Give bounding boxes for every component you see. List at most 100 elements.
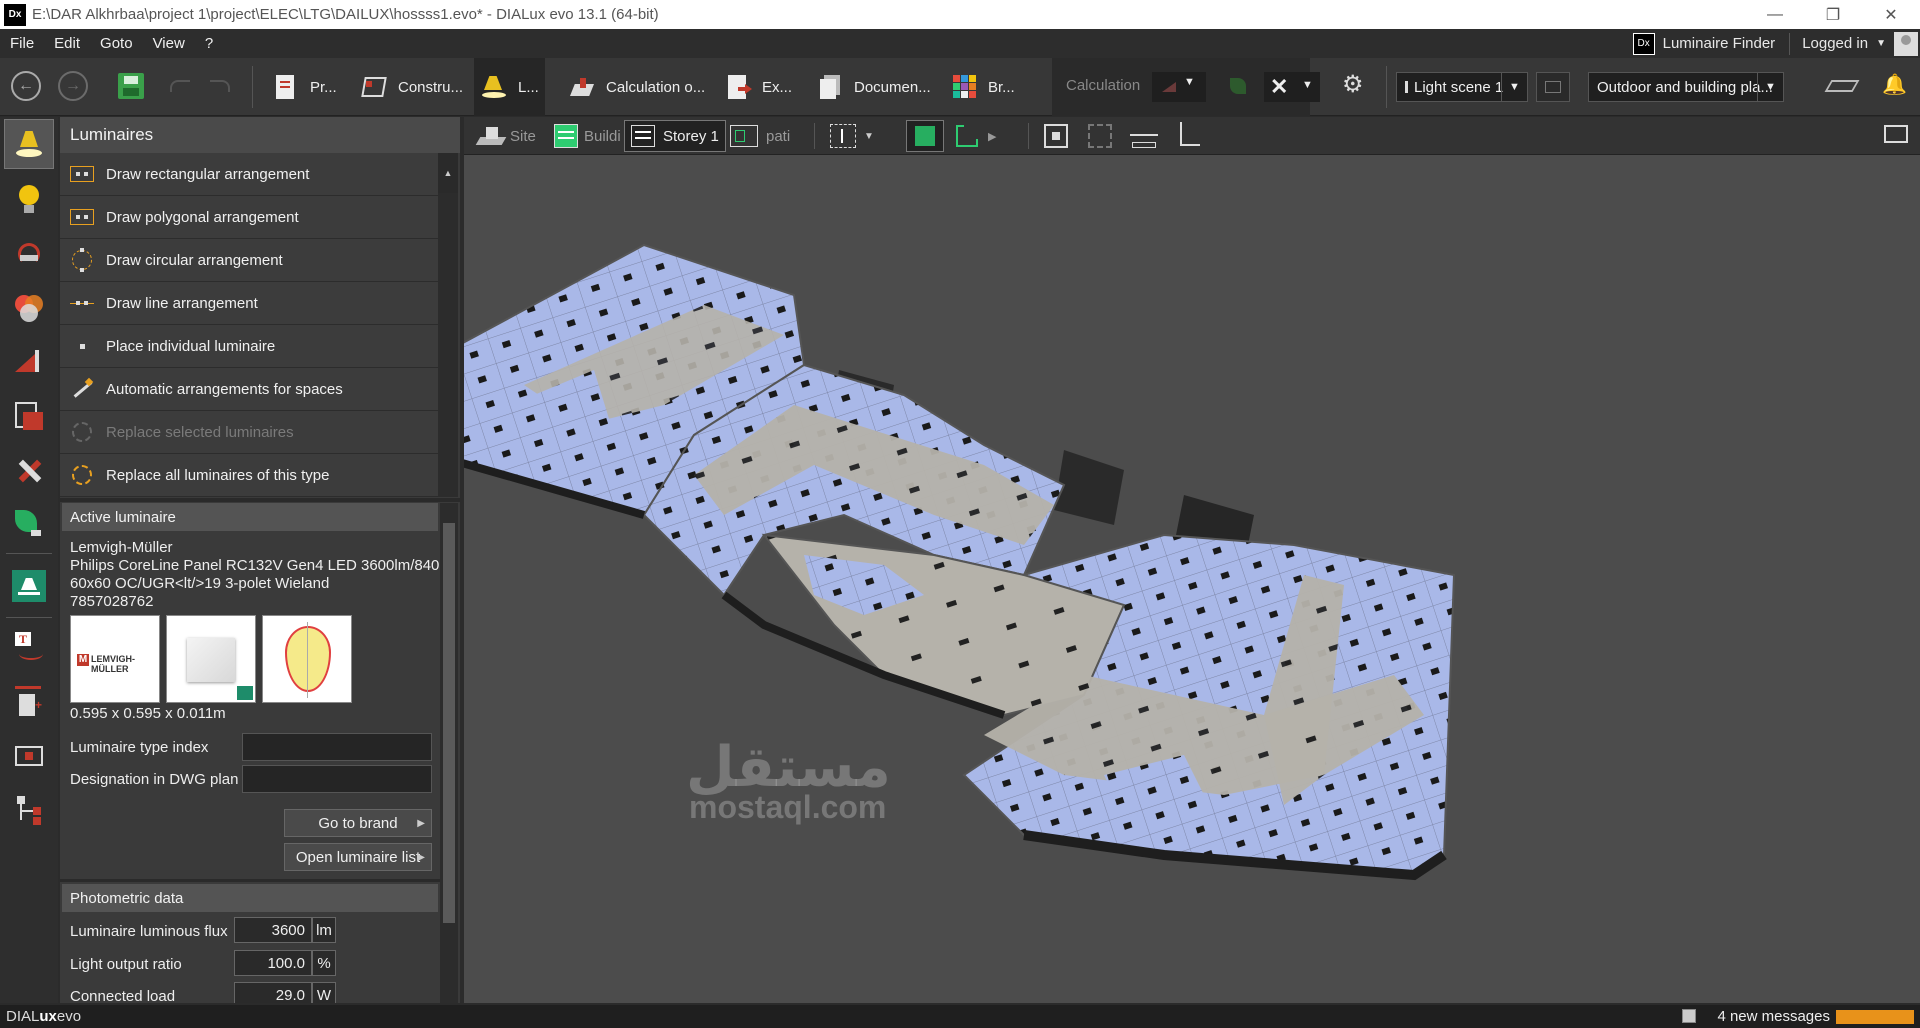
floor-plan-icon[interactable] bbox=[1824, 80, 1860, 92]
brand-part-b: ux bbox=[39, 1008, 57, 1025]
scrollbar-thumb[interactable] bbox=[443, 523, 455, 923]
floor-plan-3d-render[interactable] bbox=[464, 155, 1920, 1003]
messages-indicator[interactable] bbox=[1836, 1010, 1914, 1024]
commands-scrollbar[interactable]: ▲ bbox=[438, 153, 458, 497]
tab-construction[interactable]: Constru... bbox=[354, 58, 469, 116]
cut-mode-button[interactable] bbox=[4, 391, 54, 441]
scene-view-button[interactable] bbox=[1536, 72, 1570, 102]
view-site-button[interactable]: Site bbox=[472, 120, 542, 152]
product-photo-thumbnail[interactable] bbox=[166, 615, 256, 703]
undo-icon[interactable] bbox=[170, 80, 190, 92]
strip-separator bbox=[6, 553, 52, 554]
3d-viewport[interactable]: مستقل mostaql.com bbox=[464, 155, 1920, 1003]
minimize-button[interactable]: — bbox=[1746, 0, 1804, 29]
l-shape-icon bbox=[956, 125, 978, 147]
dialux-brand: DIALuxevo bbox=[6, 1008, 81, 1025]
menu-file[interactable]: File bbox=[0, 35, 44, 52]
draw-polygonal-arrangement[interactable]: Draw polygonal arrangement bbox=[60, 196, 438, 239]
calculation-start-button[interactable]: ▼ bbox=[1152, 72, 1206, 102]
close-button[interactable]: ✕ bbox=[1862, 0, 1920, 29]
gear-icon[interactable]: ⚙ bbox=[1342, 70, 1364, 99]
hierarchy-button[interactable] bbox=[4, 785, 54, 835]
tab-calculation[interactable]: Calculation o... bbox=[562, 58, 711, 116]
outdoor-building-select[interactable]: Outdoor and building pla... ▼ bbox=[1588, 72, 1784, 102]
connected-load-unit: W bbox=[312, 982, 336, 1003]
menu-view[interactable]: View bbox=[143, 35, 195, 52]
open-luminaire-list-button[interactable]: Open luminaire list ▶ bbox=[284, 843, 432, 871]
automatic-arrangements[interactable]: Automatic arrangements for spaces bbox=[60, 368, 438, 411]
properties-scrollbar[interactable] bbox=[440, 503, 458, 1003]
tab-brand[interactable]: Br... bbox=[944, 58, 1021, 116]
text-annotation-button[interactable]: T bbox=[4, 623, 54, 673]
luminaire-finder-link[interactable]: Luminaire Finder bbox=[1663, 35, 1776, 52]
lamp-mode-button[interactable] bbox=[4, 175, 54, 225]
cancel-calculation-button[interactable]: ✕ ▼ bbox=[1264, 72, 1320, 102]
forward-arrow-icon[interactable]: → bbox=[58, 71, 88, 101]
selection-mode-button[interactable]: ▼ bbox=[824, 120, 880, 152]
luminaire-finder-icon[interactable]: Dx bbox=[1632, 32, 1655, 55]
chevron-down-icon[interactable]: ▼ bbox=[864, 131, 874, 142]
restore-button[interactable]: ❐ bbox=[1804, 0, 1862, 29]
menu-goto[interactable]: Goto bbox=[90, 35, 143, 52]
aim-mode-button[interactable] bbox=[4, 229, 54, 279]
draw-circular-arrangement[interactable]: Draw circular arrangement bbox=[60, 239, 438, 282]
place-individual-luminaire[interactable]: Place individual luminaire bbox=[60, 325, 438, 368]
view-path-button[interactable]: pati bbox=[724, 120, 796, 152]
light-scene-select[interactable]: Light scene 1 ▼ bbox=[1396, 72, 1528, 102]
section-divider bbox=[60, 879, 440, 882]
color-mode-button[interactable] bbox=[4, 283, 54, 333]
energy-mode-button[interactable] bbox=[4, 499, 54, 549]
back-arrow-icon[interactable]: ← bbox=[11, 71, 41, 101]
redo-icon[interactable] bbox=[210, 80, 230, 92]
measure-distance-button[interactable] bbox=[1124, 120, 1164, 152]
light-bulb-icon bbox=[17, 185, 41, 215]
logged-in-menu[interactable]: Logged in bbox=[1802, 35, 1868, 52]
zoom-extents-button[interactable] bbox=[1038, 120, 1074, 152]
tab-documentation[interactable]: Documen... bbox=[810, 58, 937, 116]
leaf-icon[interactable] bbox=[1230, 78, 1246, 94]
replace-selected-luminaires[interactable]: Replace selected luminaires bbox=[60, 411, 438, 454]
draw-rectangular-arrangement[interactable]: Draw rectangular arrangement bbox=[60, 153, 438, 196]
tab-light[interactable]: L... bbox=[474, 58, 545, 116]
light-distribution-thumbnail[interactable] bbox=[262, 615, 352, 703]
menu-edit[interactable]: Edit bbox=[44, 35, 90, 52]
floor-view-button[interactable]: ▶ bbox=[950, 120, 1002, 152]
avatar[interactable] bbox=[1894, 31, 1918, 56]
tab-export[interactable]: Ex... bbox=[718, 58, 798, 116]
brand-logo-thumbnail[interactable]: M LEMVIGH-MÜLLER bbox=[70, 615, 160, 703]
draw-line-arrangement[interactable]: Draw line arrangement bbox=[60, 282, 438, 325]
tab-project[interactable]: Pr... bbox=[266, 58, 343, 116]
emergency-mode-button[interactable] bbox=[4, 561, 54, 611]
measure-area-button[interactable] bbox=[4, 731, 54, 781]
daylight-mode-button[interactable] bbox=[4, 337, 54, 387]
tools-mode-button[interactable] bbox=[4, 445, 54, 495]
chevron-down-icon[interactable]: ▼ bbox=[1184, 76, 1195, 88]
view-storey-button[interactable]: Storey 1 bbox=[624, 120, 726, 152]
monitor-icon[interactable] bbox=[1884, 125, 1908, 143]
designation-input[interactable] bbox=[242, 765, 432, 793]
scroll-up-arrow[interactable]: ▲ bbox=[438, 153, 458, 193]
save-icon[interactable] bbox=[118, 73, 144, 99]
view-building-button[interactable]: Buildi bbox=[548, 120, 627, 152]
play-arrow-icon[interactable]: ▶ bbox=[988, 130, 996, 143]
save-status-icon[interactable] bbox=[1682, 1009, 1696, 1023]
replace-all-luminaires[interactable]: Replace all luminaires of this type bbox=[60, 454, 438, 497]
chevron-down-icon[interactable]: ▼ bbox=[1876, 38, 1886, 49]
luminaire-name-line2: 60x60 OC/UGR<lt/>19 3-polet Wieland bbox=[70, 575, 330, 592]
photometric-header: Photometric data bbox=[62, 884, 438, 912]
messages-notice[interactable]: 4 new messages bbox=[1717, 1008, 1830, 1025]
chevron-down-icon[interactable]: ▼ bbox=[1302, 79, 1313, 91]
go-to-brand-button[interactable]: Go to brand ▶ bbox=[284, 809, 432, 837]
bell-icon[interactable]: 🔔 bbox=[1882, 72, 1907, 97]
luminaire-mode-button[interactable] bbox=[4, 119, 54, 169]
3d-view-button[interactable] bbox=[906, 120, 944, 152]
chevron-down-icon[interactable]: ▼ bbox=[1757, 73, 1783, 101]
chevron-down-icon[interactable]: ▼ bbox=[1501, 73, 1527, 101]
coordinate-axes-button[interactable] bbox=[1168, 120, 1208, 152]
tab-brand-label: Br... bbox=[988, 78, 1015, 96]
zoom-selection-button[interactable] bbox=[1082, 120, 1118, 152]
luminaire-name-line1: Philips CoreLine Panel RC132V Gen4 LED 3… bbox=[70, 557, 440, 574]
insert-object-button[interactable]: + bbox=[4, 677, 54, 727]
type-index-input[interactable] bbox=[242, 733, 432, 761]
menu-help[interactable]: ? bbox=[195, 35, 223, 52]
